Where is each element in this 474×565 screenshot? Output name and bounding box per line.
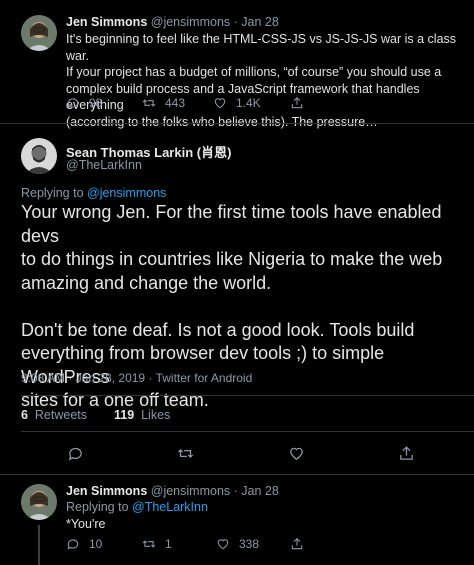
heart-icon [288, 445, 305, 462]
separator-dot: · [233, 15, 238, 29]
reply-button[interactable]: 98 [66, 96, 102, 110]
like-count: 338 [239, 537, 260, 551]
author-name[interactable]: Jen Simmons [66, 15, 147, 29]
tweet-text-line: to do things in countries like Nigeria t… [21, 249, 443, 269]
main-tweet-actions [0, 445, 474, 463]
retweets-label: Retweets [34, 408, 88, 422]
share-button[interactable] [290, 96, 304, 110]
likes-stat[interactable]: 119 Likes [114, 408, 170, 422]
sean-larkin-avatar[interactable] [21, 138, 57, 174]
reply-icon [67, 445, 84, 462]
like-button[interactable]: 1.4K [213, 96, 261, 110]
tweet-header: Jen Simmons @jensimmons · Jan 28 [66, 15, 279, 29]
likes-label: Likes [141, 408, 171, 422]
mention-link[interactable]: @TheLarkInn [132, 500, 208, 514]
share-icon [290, 537, 304, 551]
tweet-text: *You're [66, 517, 106, 531]
like-count: 119 [113, 408, 135, 422]
reply-count: 10 [89, 537, 103, 551]
tweet-actions: 10 1 338 [0, 537, 474, 555]
tweet-full-date[interactable]: Jan 28, 2019 [76, 371, 145, 385]
tweet-time[interactable]: 9:08 AM [21, 371, 65, 385]
retweet-count: 443 [165, 96, 186, 110]
share-icon [398, 445, 415, 462]
mention-link[interactable]: @jensimmons [87, 186, 166, 200]
author-handle[interactable]: @jensimmons [151, 484, 230, 498]
like-button[interactable]: 338 [216, 537, 259, 551]
reply-icon [66, 537, 80, 551]
tweet-actions: 98 443 1.4K [0, 96, 474, 114]
tweet-date[interactable]: Jan 28 [241, 484, 279, 498]
author-handle[interactable]: @TheLarkInn [66, 158, 142, 172]
retweet-button[interactable]: 443 [142, 96, 185, 110]
tweet-client: Twitter for Android [155, 371, 253, 385]
tweet-text-line: Don't be tone deaf. Is not a good look. … [21, 319, 415, 340]
retweet-count: 6 [21, 408, 28, 422]
reply-button[interactable] [67, 445, 84, 462]
tweet-jen-simmons-reply[interactable]: Jen Simmons @jensimmons · Jan 28 Replyin… [0, 475, 474, 565]
like-count: 1.4K [236, 96, 261, 110]
divider [21, 431, 474, 432]
heart-icon [216, 537, 230, 551]
reply-button[interactable]: 10 [66, 537, 102, 551]
tweet-date[interactable]: Jan 28 [241, 15, 279, 29]
tweet-text-line: Your wrong Jen. For the first time tools… [21, 202, 442, 246]
tweet-header: Jen Simmons @jensimmons · Jan 28 [66, 484, 279, 498]
author-name[interactable]: Jen Simmons [66, 484, 147, 498]
tweet-text-line: If your project has a budget of millions… [66, 65, 442, 79]
share-button[interactable] [398, 445, 415, 462]
tweet-meta: 9:08 AM · Jan 28, 2019 · Twitter for And… [21, 371, 253, 385]
share-icon [290, 96, 304, 110]
retweet-button[interactable]: 1 [142, 537, 172, 551]
replying-to: Replying to @jensimmons [21, 186, 166, 200]
retweet-icon [142, 537, 156, 551]
divider [21, 395, 474, 396]
like-button[interactable] [288, 445, 305, 462]
reply-count: 98 [89, 96, 103, 110]
heart-icon [213, 96, 227, 110]
replying-to: Replying to @TheLarkInn [66, 500, 208, 514]
tweet-text-line: amazing and change the world. [21, 272, 272, 293]
retweet-count: 1 [165, 537, 172, 551]
reply-icon [66, 96, 80, 110]
retweets-stat[interactable]: 6 Retweets [21, 408, 87, 422]
retweet-icon [177, 445, 194, 462]
replying-prefix: Replying to [66, 500, 133, 514]
jen-simmons-avatar[interactable] [21, 484, 57, 520]
jen-simmons-avatar[interactable] [21, 15, 57, 51]
retweet-icon [142, 96, 156, 110]
author-handle[interactable]: @jensimmons [151, 15, 230, 29]
replying-prefix: Replying to [21, 186, 88, 200]
tweet-text: It's beginning to feel like the HTML-CSS… [66, 31, 471, 130]
separator-dot: · [233, 484, 238, 498]
share-button[interactable] [290, 537, 304, 551]
tweet-stats: 6 Retweets 119 Likes [21, 408, 170, 422]
tweet-jen-simmons-1[interactable]: Jen Simmons @jensimmons · Jan 28 It's be… [0, 0, 474, 129]
retweet-button[interactable] [177, 445, 194, 462]
tweet-text-line: It's beginning to feel like the HTML-CSS… [66, 32, 457, 63]
